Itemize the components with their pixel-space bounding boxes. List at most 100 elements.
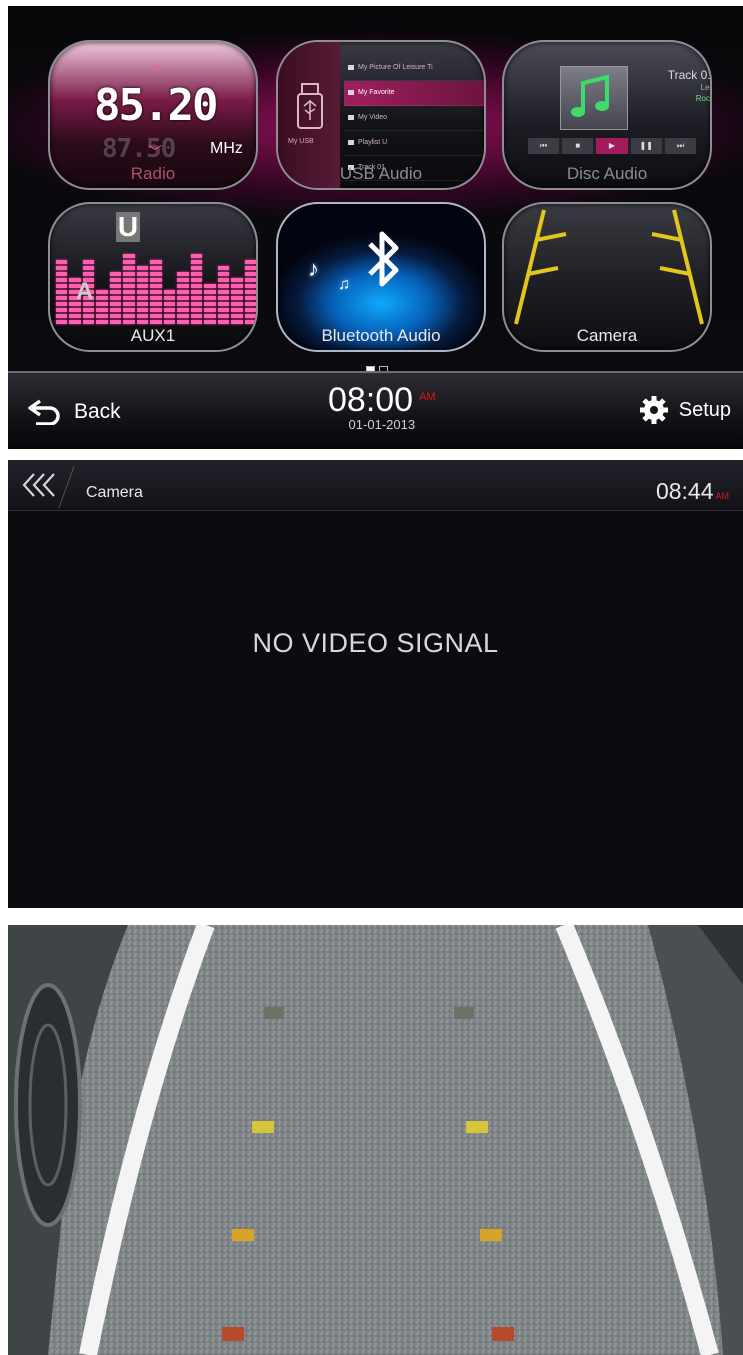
eq-bar <box>204 284 216 324</box>
eq-segment <box>56 260 68 264</box>
eq-segment <box>109 314 122 318</box>
eq-segment <box>150 260 162 264</box>
eq-segment <box>96 320 108 324</box>
eq-segment <box>96 290 108 294</box>
eq-segment <box>190 314 203 318</box>
list-item: My Picture Of Leisure Ti <box>344 56 484 81</box>
eq-segment <box>109 308 122 312</box>
eq-segment <box>190 284 203 288</box>
back-button[interactable]: Back <box>28 399 121 425</box>
eq-segment <box>123 302 135 306</box>
chevron-down-icon[interactable]: ﹀ <box>148 142 162 162</box>
back-chevrons-icon[interactable] <box>20 472 58 498</box>
eq-segment <box>150 284 162 288</box>
list-item: My Favorite <box>344 81 484 106</box>
eq-segment <box>177 284 189 288</box>
radio-frequency-next: 87.50 <box>102 134 176 164</box>
radio-tile[interactable]: ︿ 85.20 87.50 ﹀ MHz Radio <box>48 40 258 190</box>
header-divider <box>58 466 87 508</box>
setup-button[interactable]: Setup <box>639 395 731 425</box>
eq-bar <box>163 290 176 324</box>
eq-segment <box>231 284 243 288</box>
eq-segment <box>204 296 216 300</box>
gear-icon <box>639 396 668 424</box>
eq-segment <box>204 302 216 306</box>
eq-segment <box>123 314 135 318</box>
aux-tile[interactable]: U A AUX1 <box>48 202 258 352</box>
header-time: 08:44 <box>655 478 714 504</box>
eq-segment <box>109 320 122 324</box>
eq-segment <box>56 290 68 294</box>
usb-audio-label: USB Audio <box>339 164 423 183</box>
eq-segment <box>136 266 149 270</box>
back-label: Back <box>74 400 121 423</box>
eq-segment <box>136 320 149 324</box>
eq-segment <box>109 302 122 306</box>
eq-segment <box>123 278 135 282</box>
eq-bar <box>177 272 189 324</box>
eq-segment <box>231 302 243 306</box>
eq-segment <box>190 320 203 324</box>
eq-bar <box>150 260 162 324</box>
eq-segment <box>244 314 256 318</box>
eq-segment <box>109 278 122 282</box>
eq-segment <box>204 320 216 324</box>
eq-segment <box>136 302 149 306</box>
eq-segment <box>150 308 162 312</box>
camera-tile[interactable]: Camera <box>502 202 712 352</box>
eq-segment <box>136 284 149 288</box>
pause-icon[interactable]: ❚❚ <box>630 138 662 154</box>
bluetooth-icon <box>368 231 399 287</box>
eq-segment <box>204 290 216 294</box>
clock: 08:00 AM 01-01-2013 <box>328 381 436 432</box>
eq-segment <box>150 272 162 276</box>
disc-audio-tile[interactable]: Track 01 Lee Rock ⏮ ■ ▶ ❚❚ ⏭ Disc Audio <box>502 40 712 190</box>
eq-segment <box>217 296 230 300</box>
eq-segment <box>56 278 68 282</box>
eq-segment <box>150 290 162 294</box>
eq-segment <box>82 314 95 318</box>
clock-ampm: AM <box>419 391 436 403</box>
eq-bar <box>109 272 122 324</box>
prev-icon[interactable]: ⏮ <box>528 138 560 154</box>
eq-segment <box>123 296 135 300</box>
aux-label: AUX1 <box>130 326 176 345</box>
stop-icon[interactable]: ■ <box>562 138 594 154</box>
page-title: Camera <box>86 484 143 501</box>
eq-segment <box>231 320 243 324</box>
eq-segment <box>163 302 176 306</box>
play-icon[interactable]: ▶ <box>596 138 628 154</box>
radio-unit: MHz <box>210 140 243 157</box>
disc-audio-label: Disc Audio <box>566 164 648 183</box>
radio-frequency: 85.20 <box>94 80 218 131</box>
bluetooth-audio-tile[interactable]: ♪ ♫ Bluetooth Audio <box>276 202 486 352</box>
aux-letter-u: U <box>116 211 140 242</box>
eq-segment <box>123 308 135 312</box>
eq-segment <box>109 284 122 288</box>
eq-segment <box>244 272 256 276</box>
eq-segment <box>123 272 135 276</box>
playback-controls: ⏮ ■ ▶ ❚❚ ⏭ <box>528 138 697 154</box>
chevron-up-icon[interactable]: ︿ <box>148 54 162 74</box>
usb-drive-icon <box>297 83 323 129</box>
next-icon[interactable]: ⏭ <box>664 138 697 154</box>
eq-segment <box>82 320 95 324</box>
eq-segment <box>244 260 256 264</box>
eq-segment <box>82 308 95 312</box>
eq-segment <box>217 272 230 276</box>
album-art <box>560 66 628 130</box>
usb-audio-tile[interactable]: My USB My Picture Of Leisure Ti My Favor… <box>276 40 486 190</box>
back-arrow-icon <box>28 399 60 425</box>
guide-marker <box>466 1121 488 1133</box>
eq-segment <box>56 284 68 288</box>
eq-segment <box>56 296 68 300</box>
music-note-icon <box>571 74 609 117</box>
eq-segment <box>82 272 95 276</box>
eq-segment <box>150 266 162 270</box>
eq-segment <box>231 296 243 300</box>
eq-bar <box>190 254 203 324</box>
eq-bar <box>244 260 256 324</box>
eq-segment <box>163 320 176 324</box>
track-title: Track 01 <box>667 68 712 82</box>
eq-segment <box>244 290 256 294</box>
